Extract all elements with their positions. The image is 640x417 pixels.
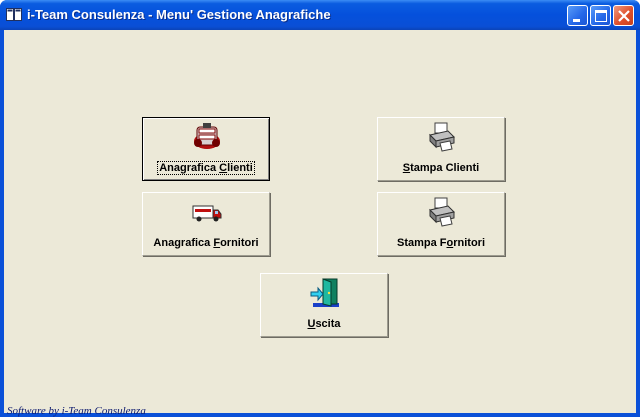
window-title: i-Team Consulenza - Menu' Gestione Anagr…	[27, 7, 331, 22]
delivery-truck-icon	[192, 205, 222, 222]
minimize-icon	[573, 19, 580, 22]
anagrafica-fornitori-label: Anagrafica Fornitori	[153, 237, 259, 249]
exit-door-icon	[310, 278, 339, 307]
title-bar[interactable]: i-Team Consulenza - Menu' Gestione Anagr…	[0, 0, 640, 30]
anagrafica-clienti-label: Anagrafica Clienti	[157, 161, 255, 175]
client-area: Anagrafica Clienti Stampa Clienti Anagra…	[4, 30, 636, 417]
maximize-button[interactable]	[590, 5, 611, 26]
stampa-clienti-button[interactable]: Stampa Clienti	[377, 117, 505, 181]
uscita-button[interactable]: Uscita	[260, 273, 388, 337]
minimize-button[interactable]	[567, 5, 588, 26]
uscita-label: Uscita	[307, 318, 341, 330]
stampa-clienti-label: Stampa Clienti	[402, 162, 480, 174]
close-button[interactable]	[613, 5, 634, 26]
close-icon	[618, 10, 630, 22]
app-window-icon[interactable]	[6, 8, 22, 22]
main-window: i-Team Consulenza - Menu' Gestione Anagr…	[0, 0, 640, 417]
footer-credit: Software by i-Team Consulenza	[7, 405, 146, 417]
printer-icon	[429, 197, 455, 227]
maximize-icon	[595, 10, 607, 22]
stampa-fornitori-button[interactable]: Stampa Fornitori	[377, 192, 505, 256]
stampa-fornitori-label: Stampa Fornitori	[396, 237, 486, 249]
filing-cabinet-icon	[194, 123, 220, 149]
anagrafica-clienti-button[interactable]: Anagrafica Clienti	[142, 117, 270, 181]
anagrafica-fornitori-button[interactable]: Anagrafica Fornitori	[142, 192, 270, 256]
printer-icon	[429, 122, 455, 152]
